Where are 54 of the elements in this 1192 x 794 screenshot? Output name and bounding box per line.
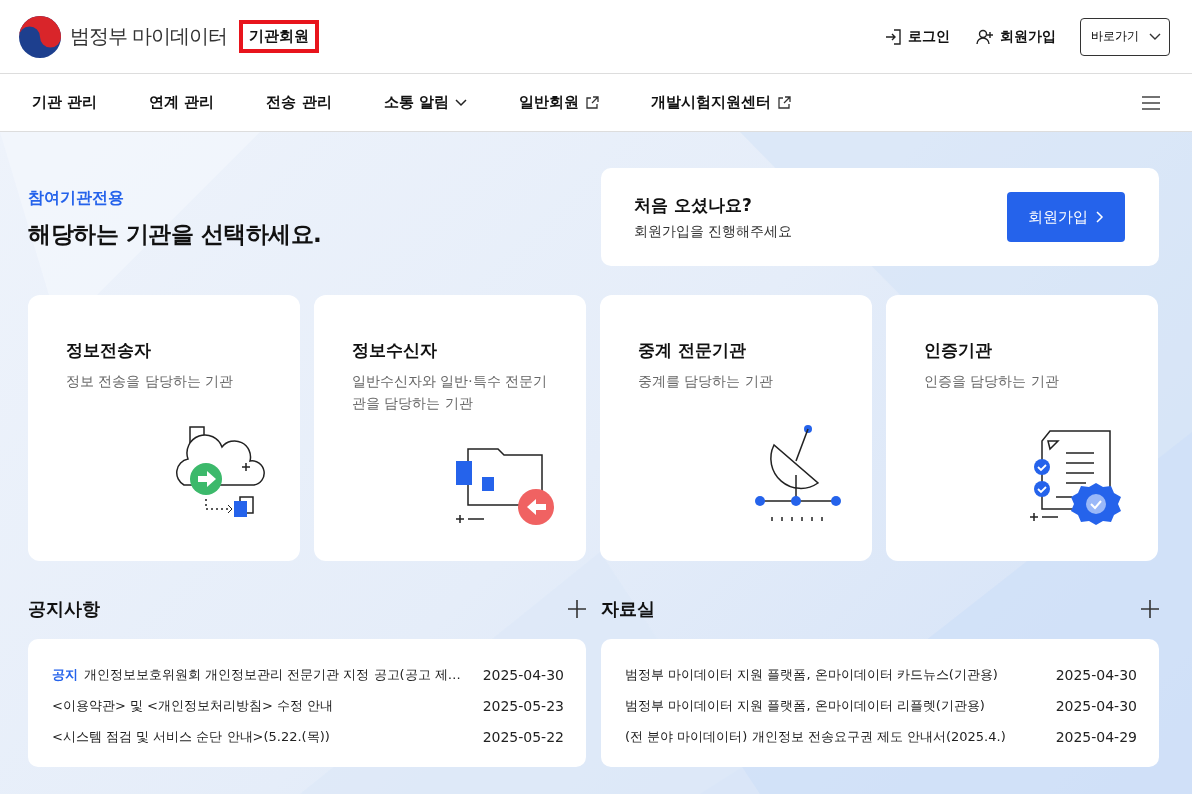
institution-card[interactable]: 인증기관 인증을 담당하는 기관 [886,295,1158,561]
card-description: 중계를 담당하는 기관 [638,372,774,391]
chevron-right-icon [1096,211,1104,223]
login-link[interactable]: 로그인 [884,27,950,46]
menu-icon[interactable] [1142,95,1160,110]
login-icon [884,27,902,46]
nav-item[interactable]: 개발시험지원센터 [650,93,791,112]
member-type-label: 기관회원 [239,20,320,53]
post-title-link[interactable]: 개인정보보호위원회 개인정보관리 전문기관 지정 공고(공고 제… [84,665,473,684]
chevron-down-icon [1149,32,1161,41]
institution-card[interactable]: 중계 전문기관 중계를 담당하는 기관 [600,295,872,561]
shortcut-dropdown[interactable]: 바로가기 [1080,17,1170,56]
external-link-icon [584,95,599,110]
plus-icon[interactable] [568,600,586,618]
card-title: 인증기관 [924,339,993,362]
card-description: 인증을 담당하는 기관 [924,372,1060,391]
post-date: 2025-04-30 [1055,697,1137,714]
post-title-link[interactable]: 범정부 마이데이터 지원 플랫폼, 온마이데이터 카드뉴스(기관용) [625,665,1046,684]
card-title: 중계 전문기관 [638,339,747,362]
post-title-link[interactable]: 범정부 마이데이터 지원 플랫폼, 온마이데이터 리플렛(기관용) [625,696,1046,715]
signup-button[interactable]: 회원가입 [1007,192,1125,242]
site-logo-text[interactable]: 범정부 마이데이터 [70,23,228,50]
card-description: 정보 전송을 담당하는 기관 [66,372,234,391]
post-title-link[interactable]: <시스템 점검 및 서비스 순단 안내>(5.22.(목)) [52,727,473,746]
taegeuk-logo-icon [18,14,62,59]
card-description: 일반수신자와 일반·특수 전문기관을 담당하는 기관 [352,372,548,413]
card-title: 정보수신자 [352,339,438,362]
signup-card-text: 회원가입을 진행해주세요 [634,222,793,241]
section-title: 자료실 [601,597,655,621]
nav-item[interactable]: 연계 관리 [149,93,215,112]
card-title: 정보전송자 [66,339,152,362]
post-date: 2025-04-30 [482,666,564,683]
section-title: 공지사항 [28,597,100,621]
institution-card[interactable]: 정보전송자 정보 전송을 담당하는 기관 [28,295,300,561]
chevron-down-icon [454,98,467,107]
institution-card[interactable]: 정보수신자 일반수신자와 일반·특수 전문기관을 담당하는 기관 [314,295,586,561]
post-date: 2025-05-23 [482,697,564,714]
nav-item[interactable]: 일반회원 [518,93,599,112]
signup-link[interactable]: 회원가입 [976,27,1056,46]
post-date: 2025-04-30 [1055,666,1137,683]
post-date: 2025-04-29 [1055,728,1137,745]
add-user-icon [976,27,994,46]
nav-item[interactable]: 기관 관리 [32,93,98,112]
nav-item[interactable]: 전송 관리 [266,93,332,112]
hero-eyebrow: 참여기관전용 [28,188,125,209]
post-title-link[interactable]: (전 분야 마이데이터) 개인정보 전송요구권 제도 안내서(2025.4.) [625,727,1046,746]
notice-tag: 공지 [52,665,78,684]
plus-icon[interactable] [1141,600,1159,618]
signup-card-title: 처음 오셨나요? [634,193,753,217]
external-link-icon [776,95,791,110]
post-title-link[interactable]: <이용약관> 및 <개인정보처리방침> 수정 안내 [52,696,473,715]
nav-item[interactable]: 소통 알림 [383,93,467,112]
hero-title: 해당하는 기관을 선택하세요. [28,220,322,249]
post-date: 2025-05-22 [482,728,564,745]
